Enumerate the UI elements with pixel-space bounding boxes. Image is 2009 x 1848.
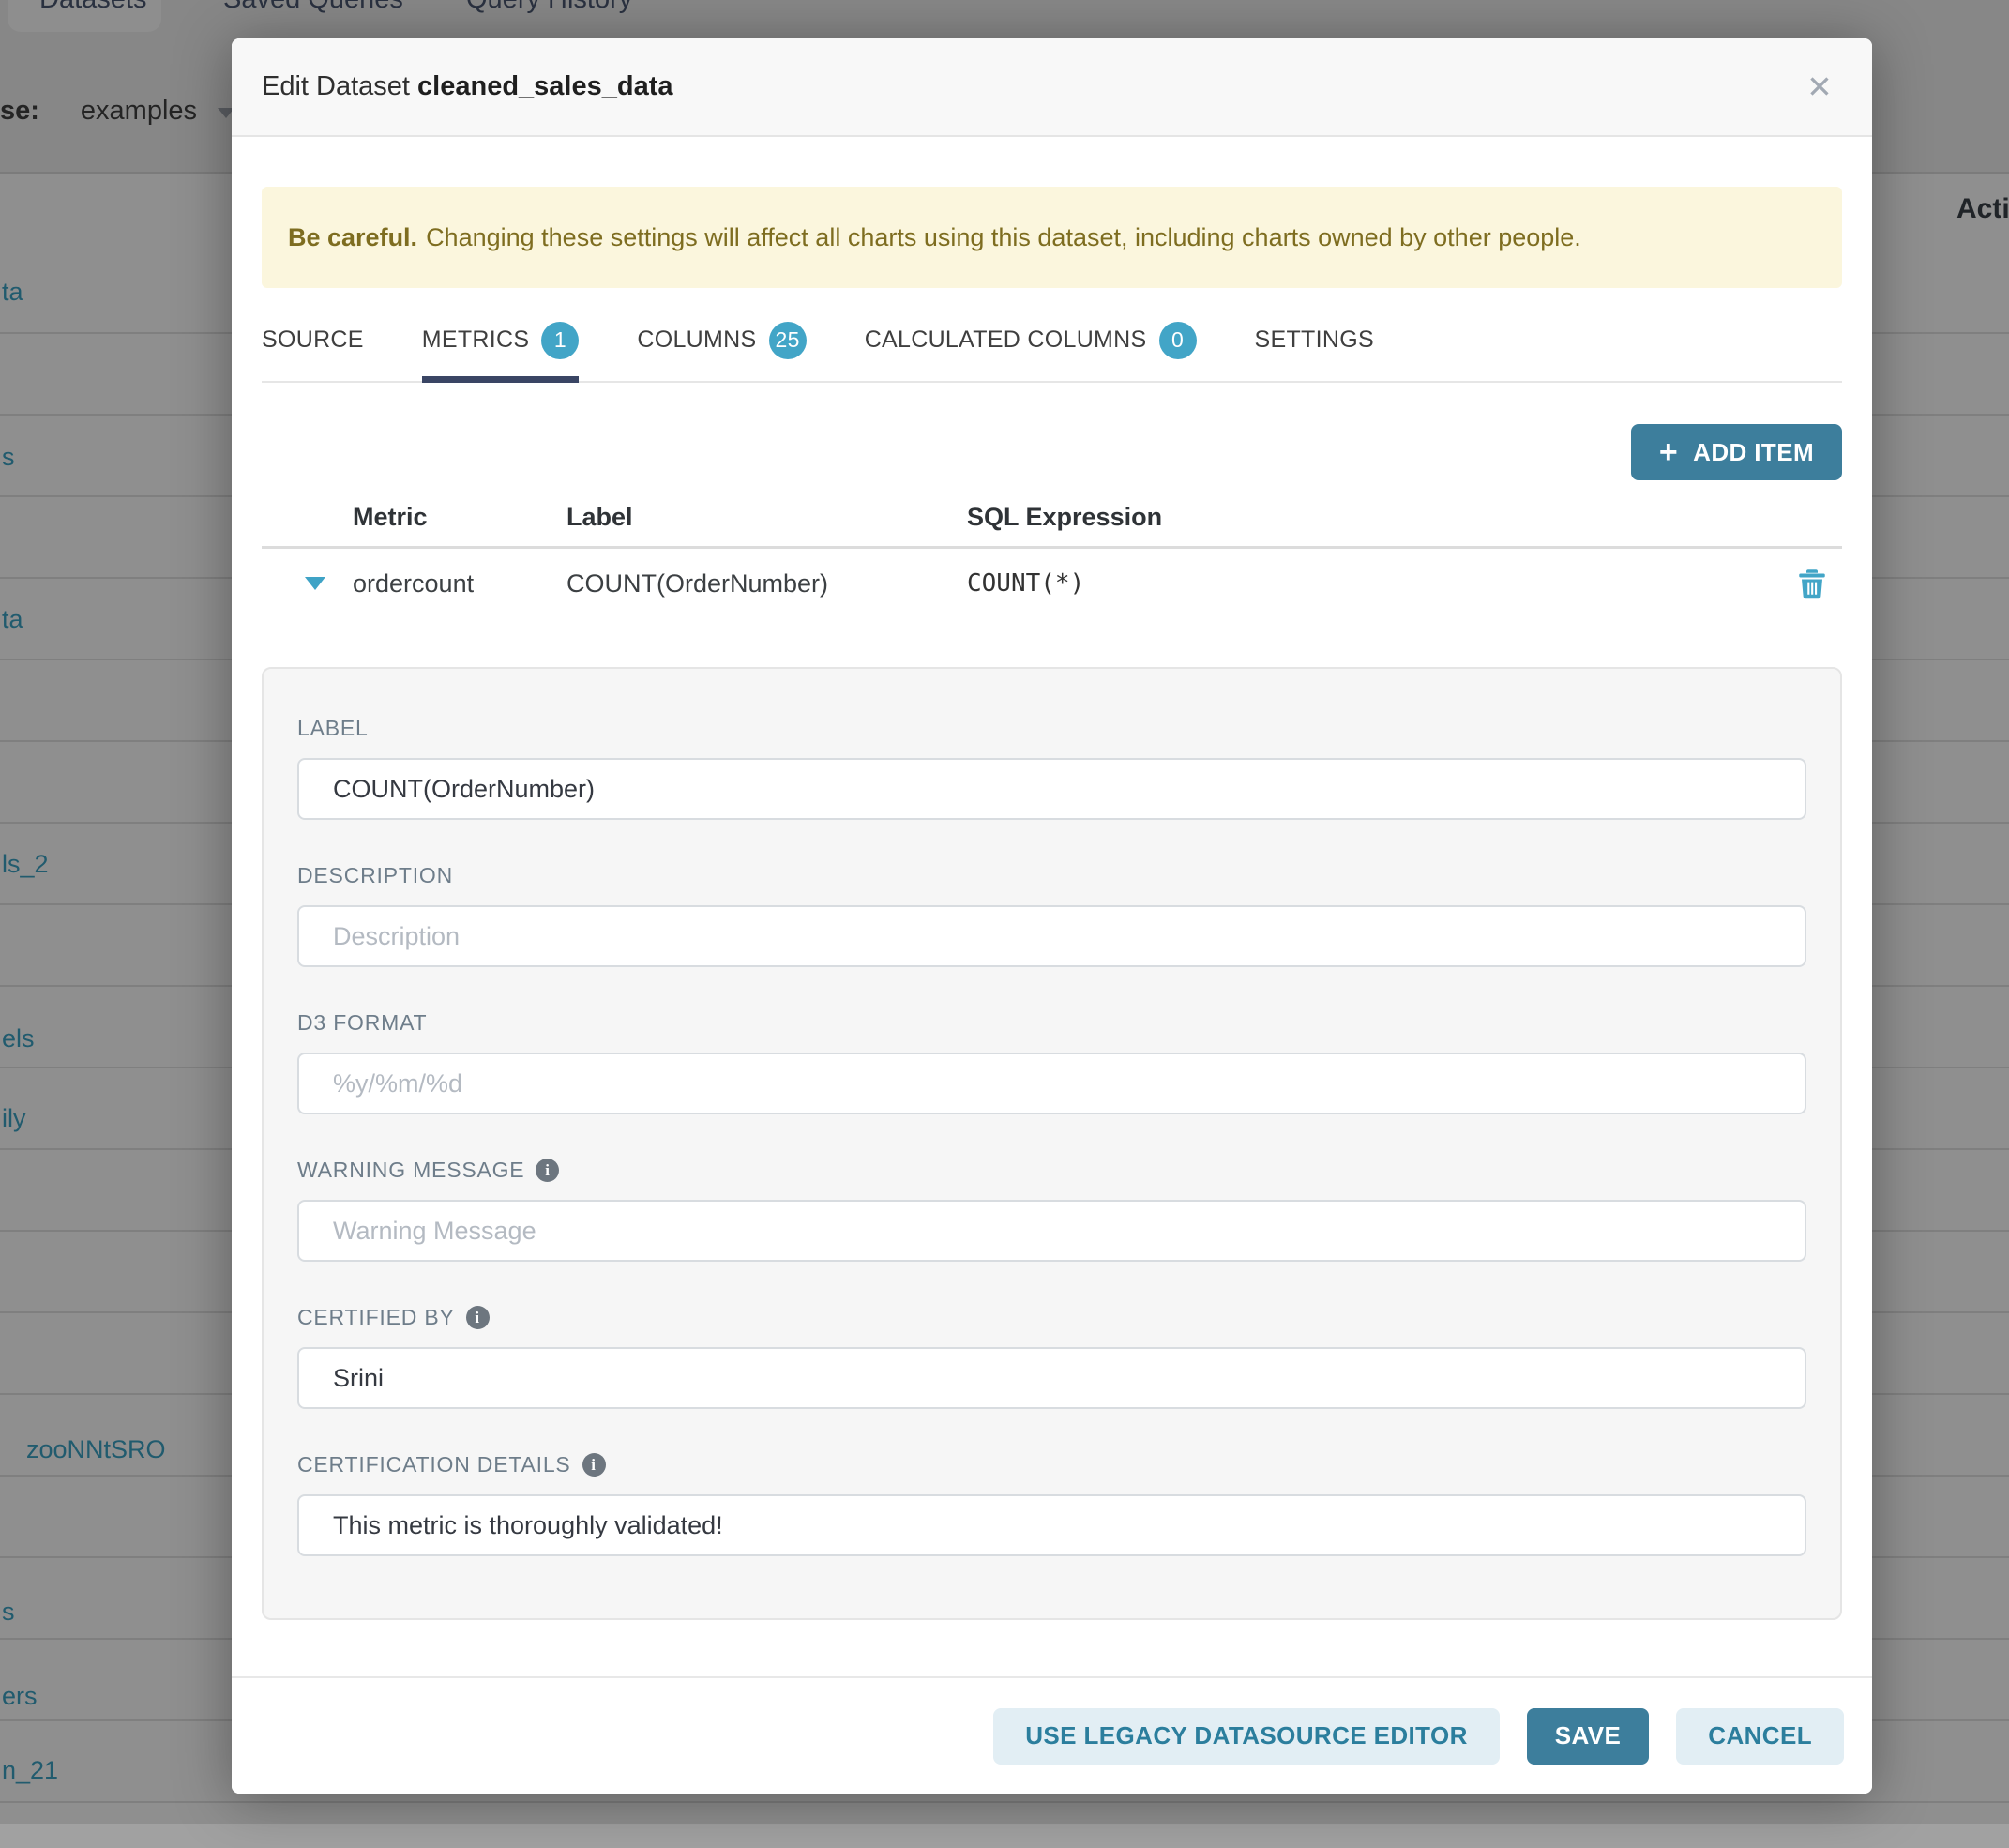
label-field-caption: LABEL bbox=[297, 716, 1806, 741]
tab-settings[interactable]: SETTINGS bbox=[1255, 299, 1374, 381]
metrics-table-header: Metric Label SQL Expression bbox=[262, 488, 1842, 549]
metric-table-row: ordercount COUNT(OrderNumber) COUNT(*) bbox=[262, 549, 1842, 618]
columns-count-badge: 25 bbox=[769, 322, 807, 359]
dataset-editor-tabs: SOURCE METRICS 1 COLUMNS 25 CALCULATED C… bbox=[262, 299, 1842, 383]
field-warning-message: WARNING MESSAGE bbox=[297, 1158, 1806, 1262]
column-header-sql-expression: SQL Expression bbox=[967, 503, 1782, 532]
field-label: LABEL bbox=[297, 716, 1806, 820]
column-header-metric: Metric bbox=[353, 503, 566, 532]
field-certified-by: CERTIFIED BY bbox=[297, 1305, 1806, 1409]
plus-icon bbox=[1659, 436, 1678, 469]
metrics-count-badge: 1 bbox=[541, 322, 579, 359]
field-caption-text: CERTIFICATION DETAILS bbox=[297, 1452, 571, 1477]
metric-name-cell: ordercount bbox=[353, 569, 566, 598]
warning-message-input[interactable] bbox=[297, 1200, 1806, 1262]
add-item-label: ADD ITEM bbox=[1693, 438, 1814, 467]
column-header-label: Label bbox=[566, 503, 967, 532]
delete-metric-button[interactable] bbox=[1798, 568, 1826, 599]
tab-label: CALCULATED COLUMNS bbox=[865, 326, 1147, 354]
modal-title-prefix: Edit Dataset bbox=[262, 71, 410, 101]
save-button[interactable]: SAVE bbox=[1527, 1708, 1649, 1765]
modal-header: Edit Dataset cleaned_sales_data bbox=[232, 38, 1872, 137]
close-icon[interactable] bbox=[1797, 65, 1842, 110]
tab-label: SOURCE bbox=[262, 326, 364, 354]
info-icon[interactable] bbox=[466, 1306, 490, 1329]
calculated-columns-count-badge: 0 bbox=[1159, 322, 1197, 359]
certification-details-input[interactable] bbox=[297, 1494, 1806, 1556]
certification-details-field-caption: CERTIFICATION DETAILS bbox=[297, 1452, 1806, 1477]
metric-label-cell: COUNT(OrderNumber) bbox=[566, 569, 967, 598]
warning-banner-bold: Be careful. bbox=[288, 223, 417, 252]
description-field-caption: DESCRIPTION bbox=[297, 863, 1806, 888]
use-legacy-datasource-editor-button[interactable]: USE LEGACY DATASOURCE EDITOR bbox=[993, 1708, 1500, 1765]
metric-edit-panel: LABEL DESCRIPTION D3 FORMAT WARNING MESS… bbox=[262, 667, 1842, 1620]
description-input[interactable] bbox=[297, 905, 1806, 967]
tab-source[interactable]: SOURCE bbox=[262, 299, 364, 381]
tab-label: SETTINGS bbox=[1255, 326, 1374, 354]
info-icon[interactable] bbox=[536, 1159, 559, 1182]
add-item-row: ADD ITEM bbox=[262, 424, 1842, 480]
add-item-button[interactable]: ADD ITEM bbox=[1631, 424, 1842, 480]
field-caption-text: CERTIFIED BY bbox=[297, 1305, 455, 1330]
tab-metrics[interactable]: METRICS 1 bbox=[422, 299, 580, 381]
d3-format-input[interactable] bbox=[297, 1053, 1806, 1114]
collapse-row-button[interactable] bbox=[262, 577, 353, 590]
label-input[interactable] bbox=[297, 758, 1806, 820]
horizontal-scrollbar-track[interactable] bbox=[0, 1824, 2009, 1848]
modal-footer: USE LEGACY DATASOURCE EDITOR SAVE CANCEL bbox=[232, 1676, 1872, 1794]
caret-down-icon bbox=[305, 577, 325, 590]
field-caption-text: D3 FORMAT bbox=[297, 1010, 427, 1036]
cancel-button[interactable]: CANCEL bbox=[1676, 1708, 1844, 1765]
certified-by-input[interactable] bbox=[297, 1347, 1806, 1409]
warning-banner-text: Changing these settings will affect all … bbox=[426, 223, 1581, 252]
trash-icon bbox=[1798, 568, 1826, 599]
modal-title: Edit Dataset cleaned_sales_data bbox=[262, 71, 673, 102]
warning-message-field-caption: WARNING MESSAGE bbox=[297, 1158, 1806, 1183]
field-caption-text: DESCRIPTION bbox=[297, 863, 453, 888]
metric-sql-cell: COUNT(*) bbox=[967, 569, 1782, 598]
tab-label: COLUMNS bbox=[637, 326, 756, 354]
tab-calculated-columns[interactable]: CALCULATED COLUMNS 0 bbox=[865, 299, 1197, 381]
field-description: DESCRIPTION bbox=[297, 863, 1806, 967]
info-icon[interactable] bbox=[582, 1453, 606, 1477]
field-d3-format: D3 FORMAT bbox=[297, 1010, 1806, 1114]
modal-body: Be careful. Changing these settings will… bbox=[232, 187, 1872, 1620]
field-certification-details: CERTIFICATION DETAILS bbox=[297, 1452, 1806, 1556]
warning-banner: Be careful. Changing these settings will… bbox=[262, 187, 1842, 288]
tab-columns[interactable]: COLUMNS 25 bbox=[637, 299, 806, 381]
modal-title-dataset-name: cleaned_sales_data bbox=[417, 71, 672, 101]
tab-label: METRICS bbox=[422, 326, 530, 354]
d3-format-field-caption: D3 FORMAT bbox=[297, 1010, 1806, 1036]
edit-dataset-modal: Edit Dataset cleaned_sales_data Be caref… bbox=[232, 38, 1872, 1794]
field-caption-text: WARNING MESSAGE bbox=[297, 1158, 524, 1183]
certified-by-field-caption: CERTIFIED BY bbox=[297, 1305, 1806, 1330]
field-caption-text: LABEL bbox=[297, 716, 369, 741]
